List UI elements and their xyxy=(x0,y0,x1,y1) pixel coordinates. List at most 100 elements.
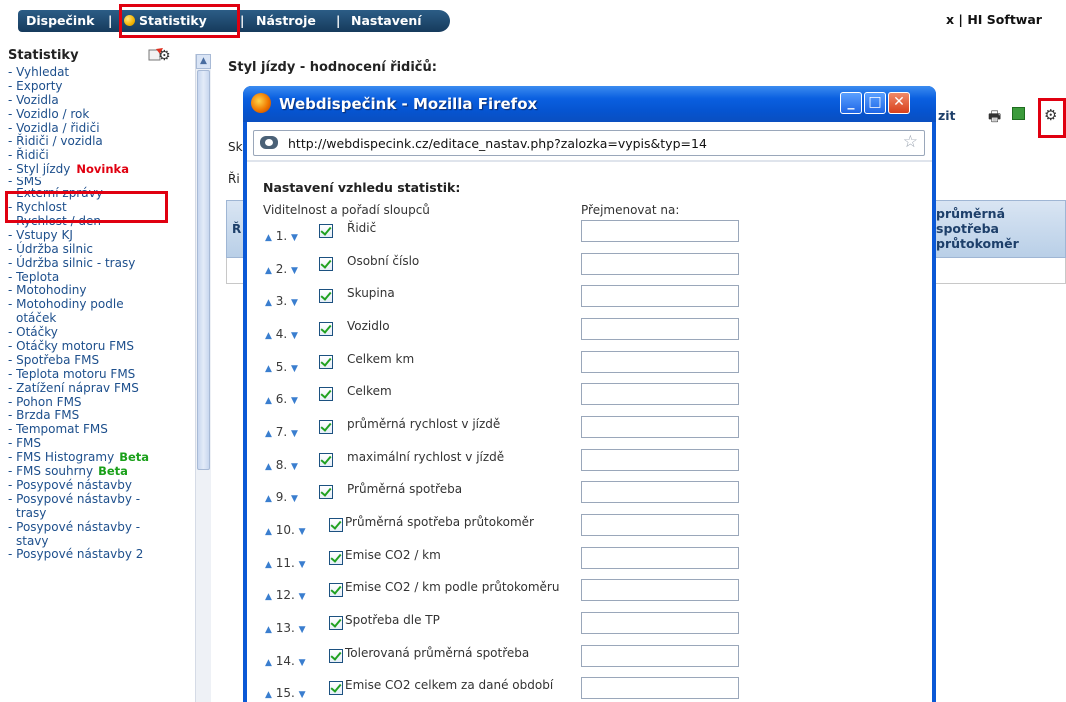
sidebar-item[interactable]: - Zatížení náprav FMS xyxy=(8,381,193,396)
rename-input[interactable] xyxy=(581,318,739,340)
move-up-icon[interactable]: ▲ xyxy=(265,560,272,570)
visibility-checkbox[interactable] xyxy=(319,485,333,499)
site-identity-icon[interactable] xyxy=(260,136,278,149)
print-icon[interactable]: 🖶 xyxy=(988,106,1001,130)
show-button[interactable]: zit xyxy=(938,108,956,123)
sidebar-item[interactable]: - Otáčky xyxy=(8,325,193,340)
rename-input[interactable] xyxy=(581,351,739,373)
rename-input[interactable] xyxy=(581,579,739,601)
rename-input[interactable] xyxy=(581,383,739,405)
move-down-icon[interactable]: ▼ xyxy=(299,527,306,537)
sidebar-item[interactable]: - Vozidla xyxy=(8,93,193,108)
move-down-icon[interactable]: ▼ xyxy=(299,560,306,570)
move-down-icon[interactable]: ▼ xyxy=(299,658,306,668)
sidebar-item[interactable]: - Vyhledat xyxy=(8,65,193,80)
move-up-icon[interactable]: ▲ xyxy=(265,266,272,276)
rename-input[interactable] xyxy=(581,285,739,307)
visibility-checkbox[interactable] xyxy=(319,257,333,271)
rename-input[interactable] xyxy=(581,220,739,242)
sidebar-item[interactable]: - Tempomat FMS xyxy=(8,422,193,437)
sidebar-item[interactable]: - Motohodiny podle xyxy=(8,297,193,312)
move-down-icon[interactable]: ▼ xyxy=(291,462,298,472)
visibility-checkbox[interactable] xyxy=(329,681,343,695)
rename-input[interactable] xyxy=(581,547,739,569)
sidebar-item[interactable]: trasy xyxy=(8,506,193,521)
visibility-checkbox[interactable] xyxy=(329,583,343,597)
move-down-icon[interactable]: ▼ xyxy=(291,233,298,243)
visibility-checkbox[interactable] xyxy=(319,355,333,369)
rename-input[interactable] xyxy=(581,253,739,275)
sidebar-item-fms-histogramy[interactable]: - FMS Histogramy Beta xyxy=(8,450,193,465)
sidebar-scrollbar[interactable]: ▲ xyxy=(195,54,211,702)
move-down-icon[interactable]: ▼ xyxy=(299,690,306,700)
sidebar-item[interactable]: - Teplota xyxy=(8,270,193,285)
rename-input[interactable] xyxy=(581,645,739,667)
scroll-up-icon[interactable]: ▲ xyxy=(196,54,211,69)
move-down-icon[interactable]: ▼ xyxy=(291,429,298,439)
excel-export-icon[interactable] xyxy=(1012,107,1025,120)
sidebar-item[interactable]: - Brzda FMS xyxy=(8,409,193,423)
visibility-checkbox[interactable] xyxy=(319,224,333,238)
move-down-icon[interactable]: ▼ xyxy=(299,592,306,602)
visibility-checkbox[interactable] xyxy=(319,453,333,467)
visibility-checkbox[interactable] xyxy=(329,551,343,565)
move-up-icon[interactable]: ▲ xyxy=(265,298,272,308)
visibility-checkbox[interactable] xyxy=(319,322,333,336)
visibility-checkbox[interactable] xyxy=(319,289,333,303)
move-up-icon[interactable]: ▲ xyxy=(265,233,272,243)
move-down-icon[interactable]: ▼ xyxy=(291,266,298,276)
move-down-icon[interactable]: ▼ xyxy=(291,364,298,374)
visibility-checkbox[interactable] xyxy=(329,518,343,532)
bookmark-star-icon[interactable]: ☆ xyxy=(903,132,918,152)
nav-item-nastaveni[interactable]: Nastavení xyxy=(351,10,422,32)
move-up-icon[interactable]: ▲ xyxy=(265,494,272,504)
sidebar-item-fms-souhrny[interactable]: - FMS souhrny Beta xyxy=(8,464,193,479)
top-right-links[interactable]: x | HI Softwar xyxy=(946,12,1042,27)
move-up-icon[interactable]: ▲ xyxy=(265,429,272,439)
rename-input[interactable] xyxy=(581,449,739,471)
sidebar-item[interactable]: - Vstupy KJ xyxy=(8,228,193,243)
minimize-button[interactable]: _ xyxy=(840,92,862,114)
sidebar-item[interactable]: - Pohon FMS xyxy=(8,395,193,410)
sidebar-item[interactable]: - Teplota motoru FMS xyxy=(8,367,193,382)
rename-input[interactable] xyxy=(581,416,739,438)
url-bar[interactable]: http://webdispecink.cz/editace_nastav.ph… xyxy=(253,130,925,156)
move-down-icon[interactable]: ▼ xyxy=(291,494,298,504)
maximize-button[interactable]: □ xyxy=(864,92,886,114)
visibility-checkbox[interactable] xyxy=(329,649,343,663)
column-header-prumerna-spotreba[interactable]: průměrná spotřeba průtokoměr xyxy=(936,206,1019,251)
move-down-icon[interactable]: ▼ xyxy=(291,331,298,341)
sidebar-item[interactable]: stavy xyxy=(8,534,193,549)
move-up-icon[interactable]: ▲ xyxy=(265,396,272,406)
rename-input[interactable] xyxy=(581,612,739,634)
move-up-icon[interactable]: ▲ xyxy=(265,331,272,341)
move-up-icon[interactable]: ▲ xyxy=(265,462,272,472)
move-up-icon[interactable]: ▲ xyxy=(265,364,272,374)
close-button[interactable]: ✕ xyxy=(888,92,910,114)
move-up-icon[interactable]: ▲ xyxy=(265,690,272,700)
sidebar-item[interactable]: - Exporty xyxy=(8,79,193,94)
sidebar-item[interactable]: - Posypové nástavby - xyxy=(8,492,193,507)
column-header[interactable]: Ř xyxy=(232,222,241,236)
visibility-checkbox[interactable] xyxy=(329,616,343,630)
sidebar-item[interactable]: - FMS xyxy=(8,436,193,451)
move-up-icon[interactable]: ▲ xyxy=(265,658,272,668)
sidebar-item[interactable]: otáček xyxy=(8,311,193,326)
sidebar-item[interactable]: - Údržba silnic xyxy=(8,242,193,257)
move-up-icon[interactable]: ▲ xyxy=(265,527,272,537)
sidebar-item-styl-jizdy[interactable]: - Styl jízdy Novinka xyxy=(8,162,193,177)
visibility-checkbox[interactable] xyxy=(319,420,333,434)
rename-input[interactable] xyxy=(581,677,739,699)
rename-input[interactable] xyxy=(581,481,739,503)
sidebar-item[interactable]: - Řidiči xyxy=(8,148,193,163)
move-down-icon[interactable]: ▼ xyxy=(299,625,306,635)
move-up-icon[interactable]: ▲ xyxy=(265,592,272,602)
sidebar-item[interactable]: - Údržba silnic - trasy xyxy=(8,256,193,271)
sidebar-item[interactable]: - Motohodiny xyxy=(8,284,193,298)
scrollbar-thumb[interactable] xyxy=(197,70,210,470)
nav-item-nastroje[interactable]: Nástroje xyxy=(256,10,316,32)
window-titlebar[interactable]: Webdispečink - Mozilla Firefox _ □ ✕ xyxy=(243,86,936,122)
rename-input[interactable] xyxy=(581,514,739,536)
sidebar-item[interactable]: - Posypové nástavby 2 xyxy=(8,547,193,562)
sidebar-item[interactable]: - Spotřeba FMS xyxy=(8,353,193,368)
